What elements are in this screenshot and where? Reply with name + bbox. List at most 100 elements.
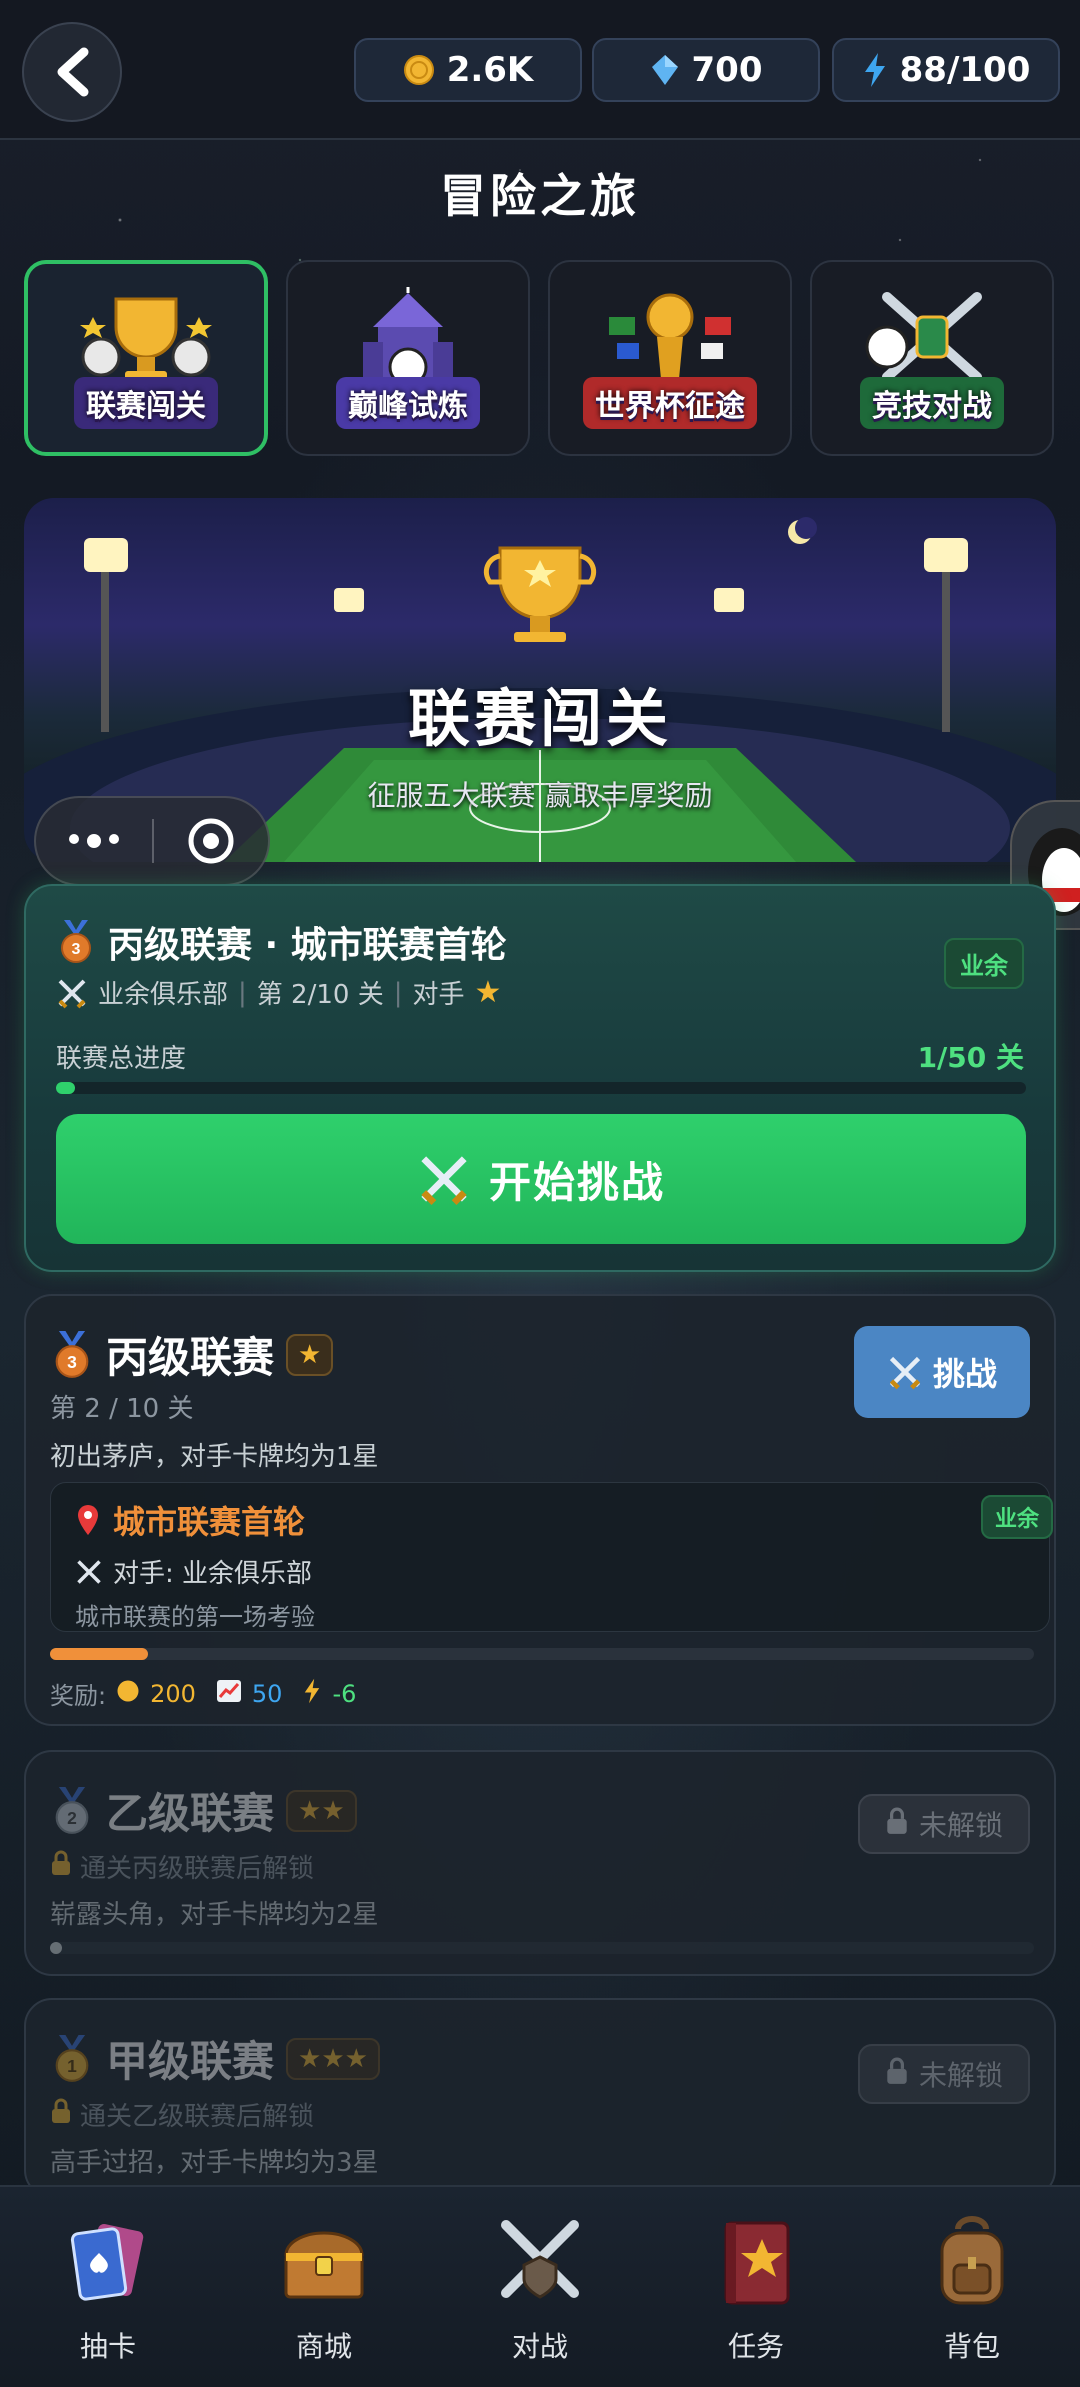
rewards-row: 奖励: 200 50 -6 (50, 1676, 356, 1711)
back-button[interactable] (22, 22, 122, 122)
more-options-icon[interactable] (36, 834, 152, 848)
close-target-icon[interactable] (154, 816, 268, 866)
star-icon: ★ (474, 975, 502, 1010)
quest-book-icon (704, 2211, 808, 2315)
league-card-a[interactable]: 1 甲级联赛 ★★★ 通关乙级联赛后解锁 高手过招，对手卡牌均为3星 未解锁 (24, 1998, 1056, 2198)
league-stars: ★★ (286, 1789, 357, 1832)
crossed-swords-icon (488, 2211, 592, 2315)
stage-opponent: 对手: 业余俱乐部 (113, 1559, 313, 1589)
league-stage: 第 2 / 10 关 (50, 1394, 194, 1424)
tab-label: 竞技对战 (860, 377, 1004, 429)
lock-icon (885, 2057, 909, 2092)
coins-value: 2.6K (446, 50, 534, 90)
lightning-icon (302, 1678, 322, 1710)
top-bar: 2.6K 700 88/100 (0, 0, 1080, 140)
locked-button[interactable]: 未解锁 (858, 1794, 1030, 1854)
tab-league-challenge[interactable]: 联赛闯关 (24, 260, 268, 456)
reward-energy: -6 (332, 1679, 357, 1708)
gold-medal-icon: 1 (50, 2034, 94, 2083)
tab-label: 联赛闯关 (74, 377, 218, 429)
stage-number: 第 2/10 关 (256, 980, 384, 1010)
current-stage-title: 丙级联赛 · 城市联赛首轮 (108, 925, 507, 966)
league-progress-bar (50, 1648, 1034, 1660)
chart-up-icon (216, 1679, 242, 1709)
stage-detail: 城市联赛首轮 业余 对手: 业余俱乐部 城市联赛的第一场考验 (50, 1482, 1053, 1632)
nav-label: 商城 (295, 2330, 352, 2363)
back-arrow-icon (57, 47, 89, 97)
svg-text:1: 1 (67, 2056, 77, 2076)
league-progress-bar (50, 1942, 1034, 1954)
energy-counter[interactable]: 88/100 (832, 38, 1060, 102)
gem-icon (651, 55, 678, 85)
lock-icon (50, 2098, 72, 2131)
league-name: 丙级联赛 (106, 1333, 275, 1382)
bottom-navigation: 抽卡 商城 对战 任务 背包 (0, 2185, 1080, 2387)
lock-icon (50, 1850, 72, 1883)
progress-value: 1/50 关 (917, 1041, 1024, 1074)
nav-draw-cards[interactable]: 抽卡 (0, 2187, 216, 2387)
league-description: 高手过招，对手卡牌均为3星 (50, 2148, 379, 2178)
start-challenge-button[interactable]: 开始挑战 (56, 1114, 1026, 1244)
crossed-swords-icon (77, 1559, 101, 1584)
difficulty-badge: 业余 (944, 938, 1024, 989)
coin-icon (403, 55, 434, 85)
league-stars: ★ (286, 1333, 334, 1376)
silver-medal-icon: 2 (50, 1786, 94, 1835)
gems-counter[interactable]: 700 (592, 38, 820, 102)
backpack-icon (920, 2211, 1024, 2315)
lock-requirement: 通关乙级联赛后解锁 (80, 2102, 315, 2132)
crossed-swords-icon (421, 1156, 467, 1206)
location-pin-icon (78, 1505, 98, 1535)
league-name: 乙级联赛 (106, 1789, 275, 1838)
crossed-swords-icon (58, 979, 86, 1008)
current-stage-card: 3 丙级联赛 · 城市联赛首轮 业余俱乐部 | 第 2/10 关 | 对手 ★ … (24, 884, 1056, 1272)
league-progress-bar (56, 1082, 1026, 1094)
locked-label: 未解锁 (918, 1809, 1003, 1842)
tab-world-cup[interactable]: 世界杯征途 (548, 260, 792, 456)
svg-text:2: 2 (67, 1808, 77, 1828)
league-description: 初出茅庐，对手卡牌均为1星 (50, 1442, 379, 1472)
reward-coins: 200 (150, 1679, 196, 1708)
energy-value: 88/100 (899, 50, 1031, 90)
nav-backpack[interactable]: 背包 (864, 2187, 1080, 2387)
difficulty-badge: 业余 (980, 1495, 1053, 1539)
tab-competitive-battle[interactable]: 竞技对战 (810, 260, 1054, 456)
nav-label: 背包 (943, 2330, 1000, 2363)
bronze-medal-icon: 3 (50, 1330, 94, 1379)
tab-peak-trial[interactable]: 巅峰试炼 (286, 260, 530, 456)
nav-label: 对战 (511, 2330, 568, 2363)
nav-shop[interactable]: 商城 (216, 2187, 432, 2387)
lightning-icon (864, 53, 885, 87)
stage-detail-title: 城市联赛首轮 (113, 1503, 306, 1541)
nav-battle[interactable]: 对战 (432, 2187, 648, 2387)
bronze-medal-icon: 3 (56, 920, 96, 964)
challenge-label: 挑战 (932, 1355, 997, 1393)
opponent-label: 对手 (412, 980, 465, 1010)
league-name: 甲级联赛 (106, 2037, 275, 2086)
svg-text:3: 3 (72, 941, 81, 958)
locked-label: 未解锁 (918, 2059, 1003, 2092)
mini-program-capsule (34, 796, 270, 886)
banner-title: 联赛闯关 (407, 682, 672, 755)
lock-requirement: 通关丙级联赛后解锁 (80, 1854, 315, 1884)
locked-button[interactable]: 未解锁 (858, 2044, 1030, 2104)
svg-text:3: 3 (67, 1352, 77, 1372)
lock-icon (885, 1807, 909, 1842)
league-description: 崭露头角，对手卡牌均为2星 (50, 1900, 379, 1930)
opponent-club: 业余俱乐部 (98, 980, 229, 1010)
league-card-b[interactable]: 2 乙级联赛 ★★ 通关丙级联赛后解锁 崭露头角，对手卡牌均为2星 未解锁 (24, 1750, 1056, 1976)
chest-icon (272, 2211, 376, 2315)
crossed-swords-icon (889, 1356, 921, 1390)
gems-value: 700 (691, 50, 763, 90)
page-title: 冒险之旅 (440, 169, 640, 223)
nav-label: 抽卡 (79, 2330, 136, 2363)
rewards-label: 奖励: (50, 1682, 107, 1710)
challenge-button[interactable]: 挑战 (854, 1326, 1030, 1418)
cards-icon (56, 2211, 160, 2315)
league-stars: ★★★ (286, 2037, 380, 2080)
stage-description: 城市联赛的第一场考验 (75, 1603, 315, 1631)
coins-counter[interactable]: 2.6K (354, 38, 582, 102)
tab-label: 巅峰试炼 (336, 377, 480, 429)
nav-tasks[interactable]: 任务 (648, 2187, 864, 2387)
league-card-c[interactable]: 3 丙级联赛 ★ 第 2 / 10 关 初出茅庐，对手卡牌均为1星 挑战 城市联… (24, 1294, 1056, 1726)
